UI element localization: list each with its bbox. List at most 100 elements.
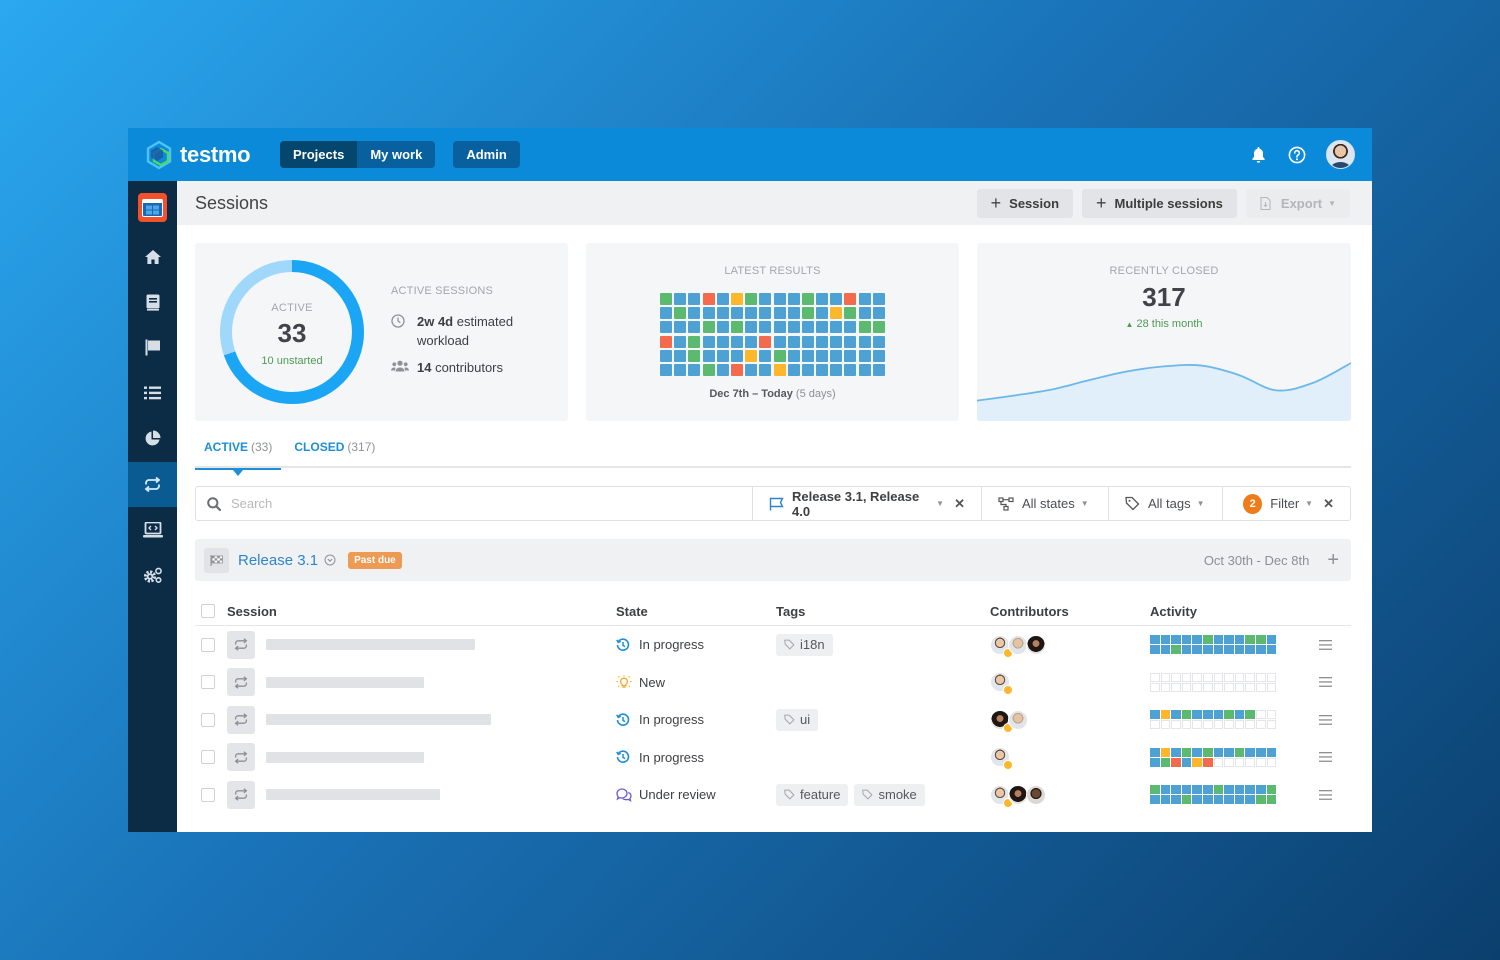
tag-filter[interactable]: All tags ▼: [1108, 487, 1222, 520]
sidebar-item-milestones[interactable]: [128, 325, 177, 371]
result-cell[interactable]: [858, 349, 871, 362]
result-cell[interactable]: [702, 307, 715, 320]
contributor-avatar[interactable]: [990, 747, 1013, 771]
result-cell[interactable]: [688, 307, 701, 320]
column-state[interactable]: State: [616, 604, 776, 619]
result-cell[interactable]: [858, 363, 871, 376]
result-cell[interactable]: [773, 335, 786, 348]
result-cell[interactable]: [816, 349, 829, 362]
result-cell[interactable]: [674, 293, 687, 305]
result-cell[interactable]: [745, 321, 758, 334]
result-cell[interactable]: [872, 335, 885, 348]
result-cell[interactable]: [759, 349, 772, 362]
sidebar-item-sessions[interactable]: [128, 461, 177, 507]
result-cell[interactable]: [787, 335, 800, 348]
result-cell[interactable]: [660, 335, 672, 348]
result-cell[interactable]: [801, 307, 814, 320]
result-cell[interactable]: [801, 321, 814, 334]
result-cell[interactable]: [716, 321, 729, 334]
result-cell[interactable]: [745, 293, 758, 305]
result-cell[interactable]: [787, 293, 800, 305]
result-cell[interactable]: [816, 293, 829, 305]
result-cell[interactable]: [872, 293, 885, 305]
tag-chip[interactable]: ui: [776, 708, 819, 731]
nav-projects[interactable]: Projects: [280, 141, 358, 168]
result-cell[interactable]: [730, 363, 743, 376]
contributor-avatar[interactable]: [1026, 784, 1046, 805]
result-cell[interactable]: [702, 293, 715, 305]
sidebar-item-runs[interactable]: [128, 371, 177, 417]
result-cell[interactable]: [716, 349, 729, 362]
result-cell[interactable]: [830, 335, 843, 348]
result-cell[interactable]: [844, 335, 857, 348]
session-title-placeholder[interactable]: [266, 714, 491, 726]
result-cell[interactable]: [816, 307, 829, 320]
result-cell[interactable]: [773, 293, 786, 305]
result-cell[interactable]: [688, 293, 701, 305]
result-cell[interactable]: [787, 349, 800, 362]
chevron-down-circle-icon[interactable]: [324, 554, 336, 566]
table-row[interactable]: In progress ui: [195, 701, 1351, 739]
export-button[interactable]: Export ▼: [1245, 188, 1350, 218]
sidebar-item-home[interactable]: [128, 234, 177, 280]
tab-closed[interactable]: CLOSED (317): [285, 440, 384, 468]
result-cell[interactable]: [858, 293, 871, 305]
result-cell[interactable]: [872, 321, 885, 334]
result-cell[interactable]: [830, 307, 843, 320]
result-cell[interactable]: [759, 293, 772, 305]
result-cell[interactable]: [660, 349, 672, 362]
contributor-avatar[interactable]: [1026, 634, 1046, 655]
result-cell[interactable]: [801, 293, 814, 305]
result-cell[interactable]: [844, 321, 857, 334]
result-cell[interactable]: [872, 307, 885, 320]
result-cell[interactable]: [844, 363, 857, 376]
project-icon[interactable]: [138, 193, 167, 222]
result-cell[interactable]: [730, 335, 743, 348]
select-all-checkbox[interactable]: [201, 604, 215, 618]
brand-logo[interactable]: testmo: [144, 140, 264, 170]
contributor-avatar[interactable]: [1008, 784, 1028, 805]
result-cell[interactable]: [716, 335, 729, 348]
milestone-filter[interactable]: Release 3.1, Release 4.0 ▼ ✕: [752, 487, 981, 520]
session-type-icon[interactable]: [227, 668, 255, 697]
result-cell[interactable]: [830, 321, 843, 334]
result-cell[interactable]: [801, 363, 814, 376]
result-cell[interactable]: [674, 349, 687, 362]
result-cell[interactable]: [773, 307, 786, 320]
result-cell[interactable]: [702, 335, 715, 348]
tag-chip[interactable]: i18n: [776, 633, 833, 656]
result-cell[interactable]: [773, 321, 786, 334]
bell-icon[interactable]: [1248, 145, 1268, 165]
row-checkbox[interactable]: [201, 712, 215, 727]
result-cell[interactable]: [844, 307, 857, 320]
column-contributors[interactable]: Contributors: [990, 604, 1150, 619]
result-cell[interactable]: [830, 363, 843, 376]
add-multiple-sessions-button[interactable]: + Multiple sessions: [1082, 188, 1237, 218]
table-row[interactable]: Under review feature smoke: [195, 776, 1351, 814]
add-session-button[interactable]: + Session: [976, 188, 1074, 218]
result-cell[interactable]: [730, 349, 743, 362]
row-checkbox[interactable]: [201, 787, 215, 802]
tab-active[interactable]: ACTIVE (33): [195, 440, 282, 476]
search-input[interactable]: [231, 496, 631, 511]
result-cell[interactable]: [872, 363, 885, 376]
result-cell[interactable]: [660, 307, 672, 320]
user-avatar[interactable]: [1326, 140, 1355, 169]
table-row[interactable]: New: [195, 664, 1351, 702]
result-cell[interactable]: [674, 335, 687, 348]
contributor-avatar[interactable]: [1008, 634, 1028, 655]
contributor-avatar[interactable]: [1008, 709, 1028, 730]
session-type-icon[interactable]: [227, 630, 255, 659]
result-cell[interactable]: [702, 363, 715, 376]
result-cell[interactable]: [858, 321, 871, 334]
session-type-icon[interactable]: [227, 743, 255, 772]
table-row[interactable]: In progress i18n: [195, 626, 1351, 664]
result-cell[interactable]: [759, 307, 772, 320]
row-checkbox[interactable]: [201, 750, 215, 765]
session-type-icon[interactable]: [227, 705, 255, 734]
result-cell[interactable]: [858, 335, 871, 348]
result-cell[interactable]: [688, 363, 701, 376]
column-activity[interactable]: Activity: [1150, 604, 1310, 619]
result-cell[interactable]: [787, 363, 800, 376]
milestone-title-link[interactable]: Release 3.1: [238, 552, 318, 569]
